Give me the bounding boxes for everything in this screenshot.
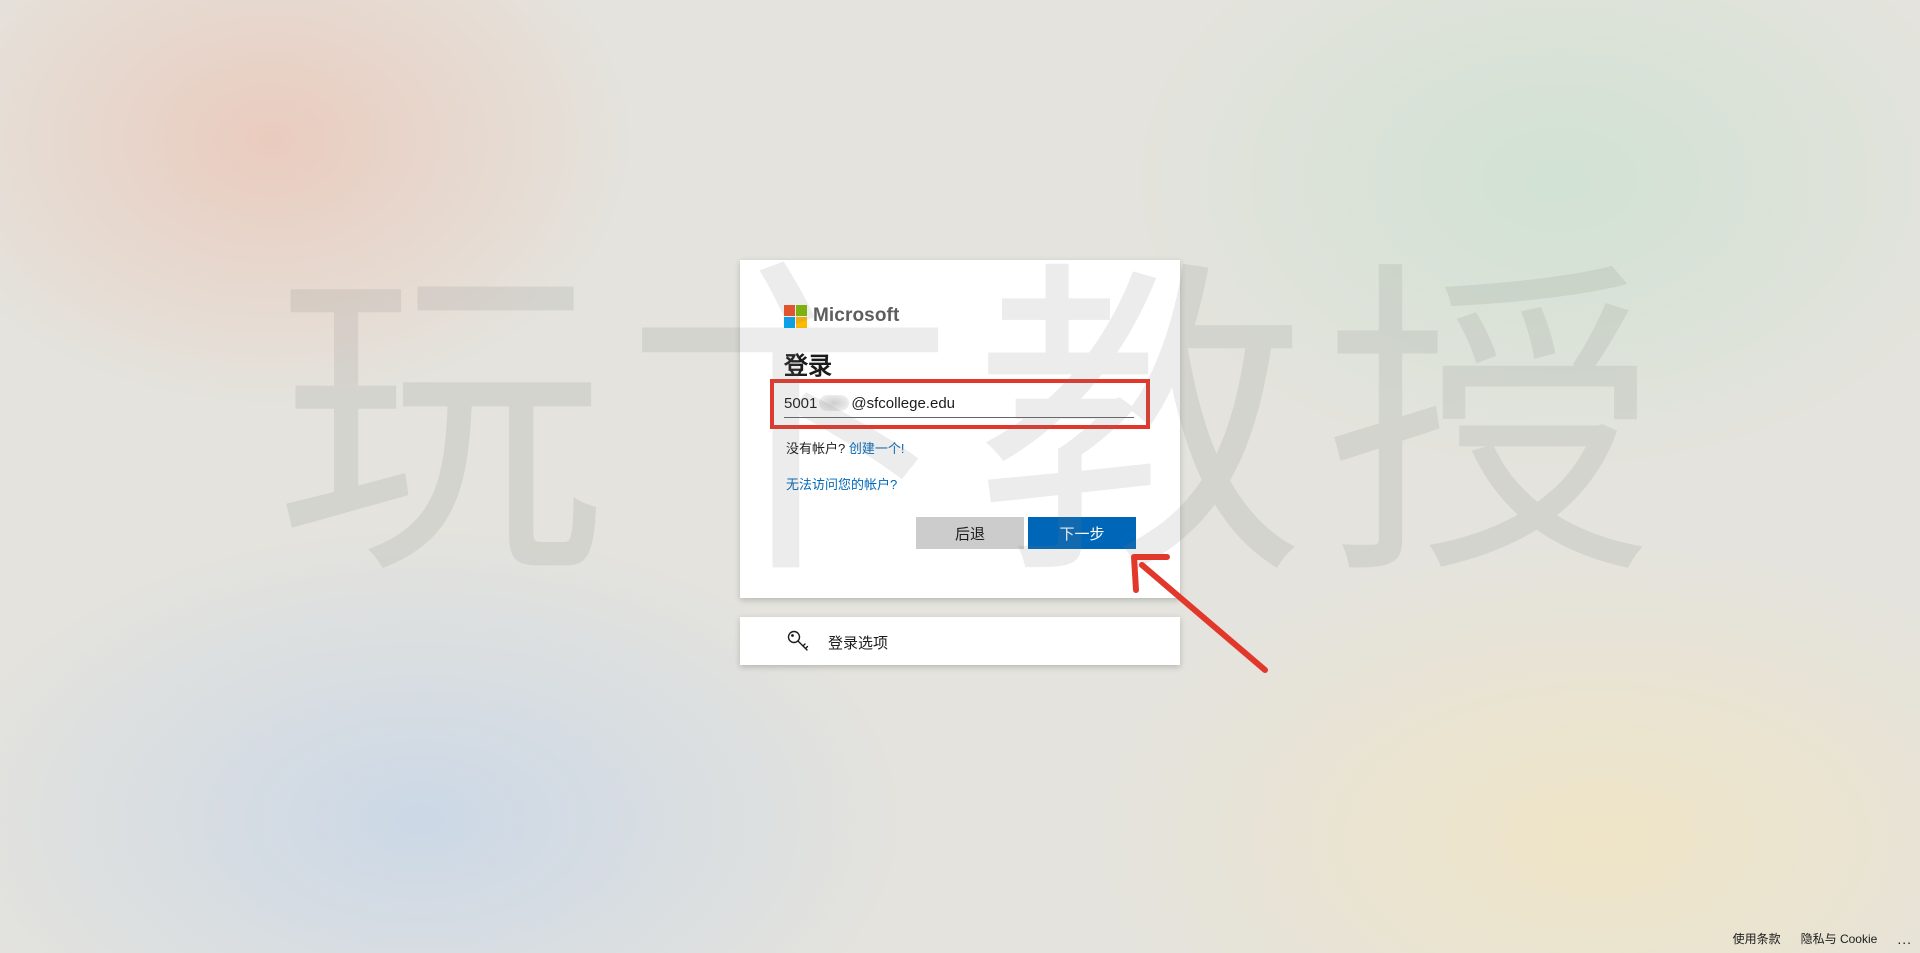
cant-access-account-link[interactable]: 无法访问您的帐户? <box>786 474 897 493</box>
next-button[interactable]: 下一步 <box>1028 517 1136 549</box>
footer: 使用条款 隐私与 Cookie ... <box>1713 930 1912 947</box>
watermark-char-1: 玩 <box>275 235 605 619</box>
email-redaction <box>819 395 850 411</box>
key-icon <box>787 630 809 651</box>
privacy-cookies-link[interactable]: 隐私与 Cookie <box>1801 930 1878 947</box>
brand-name: Microsoft <box>813 305 900 326</box>
no-account-text: 没有帐户? <box>786 441 846 456</box>
no-account-row: 没有帐户? 创建一个! <box>786 438 904 457</box>
page-title: 登录 <box>784 353 832 380</box>
email-prefix: 5001 <box>784 394 818 412</box>
watermark-char-4: 授 <box>1325 235 1655 619</box>
microsoft-logo: Microsoft <box>784 304 899 328</box>
login-card: Microsoft 登录 5001 @sfcollege.edu 没有帐户? 创… <box>740 260 1180 598</box>
sign-in-options-button[interactable]: 登录选项 <box>740 617 1180 665</box>
email-suffix: @sfcollege.edu <box>851 394 955 412</box>
microsoft-logo-icon <box>784 304 807 328</box>
more-options-button[interactable]: ... <box>1897 931 1912 947</box>
create-account-link[interactable]: 创建一个! <box>849 441 905 456</box>
email-highlight-box: 5001 @sfcollege.edu <box>770 379 1150 429</box>
sign-in-options-label: 登录选项 <box>828 635 889 652</box>
back-button[interactable]: 后退 <box>916 517 1024 549</box>
email-field[interactable]: 5001 @sfcollege.edu <box>784 389 1134 418</box>
terms-of-use-link[interactable]: 使用条款 <box>1733 930 1781 947</box>
